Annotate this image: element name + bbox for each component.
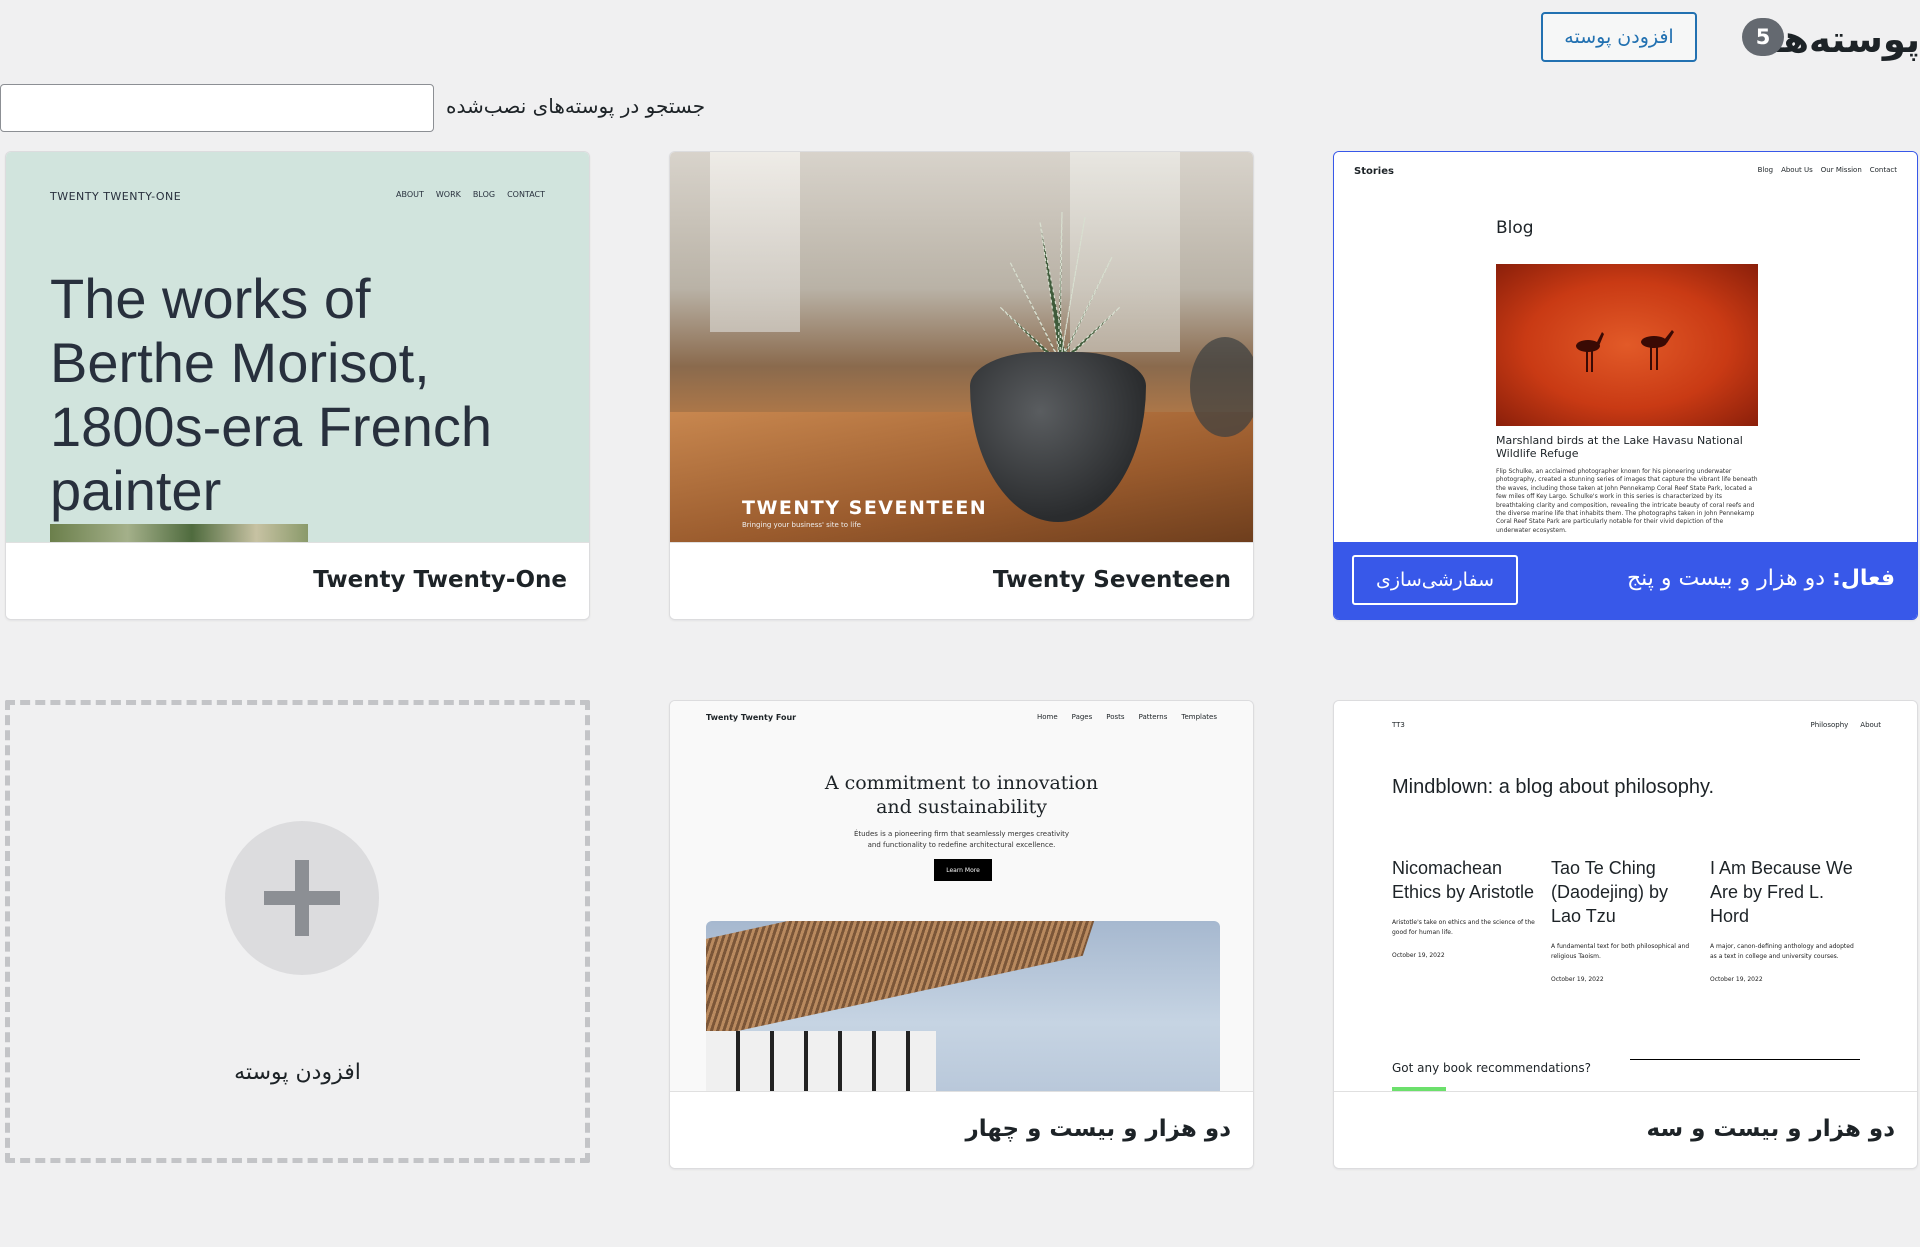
page-title: پوسته‌ها bbox=[1769, 18, 1920, 61]
theme-screenshot[interactable]: Twenty Twenty Four Home Pages Posts Patt… bbox=[670, 701, 1253, 1091]
preview-nav: ABOUT WORK BLOG CONTACT bbox=[396, 190, 545, 199]
post-date: October 19, 2022 bbox=[1392, 952, 1445, 959]
preview-heading: Blog bbox=[1496, 218, 1534, 238]
add-theme-button[interactable]: افزودن پوسته bbox=[1541, 12, 1697, 62]
search-label: جستجو در پوسته‌های نصب‌شده bbox=[446, 94, 706, 118]
birds-icon bbox=[1576, 330, 1674, 372]
add-new-theme-label: افزودن پوسته bbox=[234, 1060, 361, 1085]
preview-image bbox=[50, 524, 308, 542]
preview-nav-item: About bbox=[1860, 721, 1881, 729]
theme-screenshot[interactable]: Stories Blog About Us Our Mission Contac… bbox=[1334, 152, 1917, 542]
theme-card-twenty-twenty-one[interactable]: TWENTY TWENTY-ONE ABOUT WORK BLOG CONTAC… bbox=[5, 151, 590, 620]
preview-nav-item: Patterns bbox=[1138, 713, 1168, 721]
preview-divider bbox=[1630, 1059, 1860, 1060]
preview-nav-item: WORK bbox=[435, 190, 461, 199]
theme-card-twenty-seventeen[interactable]: TWENTY SEVENTEEN Bringing your business'… bbox=[669, 151, 1254, 620]
preview-nav-item: ABOUT bbox=[396, 190, 424, 199]
preview-brand: Stories bbox=[1354, 166, 1394, 177]
post-excerpt: Aristotle's take on ethics and the scien… bbox=[1392, 919, 1535, 936]
search-input[interactable] bbox=[0, 84, 434, 132]
preview-post: Nicomachean Ethics by Aristotle Aristotl… bbox=[1392, 856, 1542, 959]
preview-brand: Twenty Twenty Four bbox=[706, 713, 797, 722]
theme-card-footer: Twenty Seventeen bbox=[670, 542, 1253, 619]
post-title: Nicomachean Ethics by Aristotle bbox=[1392, 858, 1535, 902]
preview-post: Tao Te Ching (Daodejing) by Lao Tzu A fu… bbox=[1551, 856, 1701, 983]
preview-background bbox=[710, 152, 800, 332]
plant-image bbox=[1000, 212, 1120, 362]
theme-card-footer: دو هزار و بیست و چهار bbox=[670, 1091, 1253, 1168]
preview-heading: The works of Berthe Morisot, 1800s-era F… bbox=[50, 267, 493, 522]
preview-brand: TT3 bbox=[1392, 721, 1405, 729]
theme-card-footer: Twenty Twenty-One bbox=[6, 542, 589, 619]
post-date: October 19, 2022 bbox=[1710, 976, 1763, 983]
theme-screenshot[interactable]: TT3 Philosophy About Mindblown: a blog a… bbox=[1334, 701, 1917, 1091]
post-title: Tao Te Ching (Daodejing) by Lao Tzu bbox=[1551, 858, 1669, 926]
preview-nav: Home Pages Posts Patterns Templates bbox=[1037, 713, 1217, 721]
theme-name: Twenty Seventeen bbox=[992, 567, 1231, 593]
preview-body: Flip Schulke, an acclaimed photographer … bbox=[1496, 468, 1758, 534]
theme-screenshot[interactable]: TWENTY SEVENTEEN Bringing your business'… bbox=[670, 152, 1253, 542]
preview-heading: A commitment to innovation and sustainab… bbox=[670, 771, 1253, 819]
theme-card-twenty-twenty-four[interactable]: Twenty Twenty Four Home Pages Posts Patt… bbox=[669, 700, 1254, 1169]
preview-nav-item: Contact bbox=[1869, 166, 1897, 174]
preview-heading-line: A commitment to innovation bbox=[824, 772, 1099, 794]
preview-nav-item: Philosophy bbox=[1810, 721, 1849, 729]
preview-nav-item: Posts bbox=[1106, 713, 1125, 721]
theme-name: Twenty Twenty-One bbox=[313, 567, 567, 593]
preview-post: I Am Because We Are by Fred L. Hord A ma… bbox=[1710, 856, 1860, 983]
preview-caption: Marshland birds at the Lake Havasu Natio… bbox=[1496, 434, 1743, 460]
theme-card-twenty-twenty-three[interactable]: TT3 Philosophy About Mindblown: a blog a… bbox=[1333, 700, 1918, 1169]
preview-pot-blurred bbox=[1190, 337, 1253, 437]
post-date: October 19, 2022 bbox=[1551, 976, 1604, 983]
architecture-photo bbox=[706, 921, 1220, 1091]
preview-subtext-line: Études is a pioneering firm that seamles… bbox=[853, 830, 1070, 838]
preview-brand: TWENTY TWENTY-ONE bbox=[50, 190, 182, 203]
preview-building bbox=[706, 1031, 936, 1091]
theme-screenshot[interactable]: TWENTY TWENTY-ONE ABOUT WORK BLOG CONTAC… bbox=[6, 152, 589, 542]
preview-nav-item: BLOG bbox=[472, 190, 496, 199]
preview-nav: Philosophy About bbox=[1811, 721, 1882, 729]
preview-nav-item: Pages bbox=[1071, 713, 1093, 721]
preview-nav-item: Blog bbox=[1757, 166, 1774, 174]
post-excerpt: A fundamental text for both philosophica… bbox=[1551, 943, 1690, 960]
plus-icon[interactable] bbox=[225, 821, 379, 975]
theme-name: دو هزار و بیست و پنج bbox=[1626, 566, 1826, 591]
preview-nav-item: Templates bbox=[1181, 713, 1217, 721]
post-excerpt: A major, canon-defining anthology and ad… bbox=[1710, 943, 1854, 960]
theme-card-footer-active: فعال: دو هزار و بیست و پنج سفارشی‌سازی bbox=[1334, 542, 1917, 619]
theme-card-active[interactable]: Stories Blog About Us Our Mission Contac… bbox=[1333, 151, 1918, 620]
active-prefix: فعال: bbox=[1832, 566, 1895, 591]
preview-subtext: Études is a pioneering firm that seamles… bbox=[670, 829, 1253, 851]
preview-nav-item: About Us bbox=[1781, 166, 1813, 174]
preview-nav-item: Home bbox=[1037, 713, 1058, 721]
preview-question: Got any book recommendations? bbox=[1392, 1061, 1592, 1075]
preview-heading-line: and sustainability bbox=[876, 796, 1047, 818]
theme-name: دو هزار و بیست و چهار bbox=[965, 1116, 1231, 1142]
preview-subtext-line: and functionality to redefine architectu… bbox=[867, 841, 1056, 849]
theme-count-badge: 5 bbox=[1742, 18, 1784, 56]
customize-button[interactable]: سفارشی‌سازی bbox=[1352, 555, 1518, 605]
theme-name: دو هزار و بیست و سه bbox=[1646, 1116, 1895, 1142]
active-theme-label: فعال: دو هزار و بیست و پنج bbox=[1627, 566, 1895, 591]
preview-nav: Blog About Us Our Mission Contact bbox=[1758, 166, 1897, 174]
theme-card-footer: دو هزار و بیست و سه bbox=[1334, 1091, 1917, 1168]
preview-nav-item: CONTACT bbox=[507, 190, 545, 199]
preview-button: Learn More bbox=[934, 859, 992, 881]
post-title: I Am Because We Are by Fred L. Hord bbox=[1710, 858, 1853, 926]
preview-tagline: Bringing your business' site to life bbox=[742, 521, 861, 529]
add-new-theme-card[interactable]: افزودن پوسته bbox=[5, 700, 590, 1163]
preview-nav-item: Our Mission bbox=[1820, 166, 1862, 174]
preview-roof bbox=[706, 921, 1118, 1048]
preview-site-title: TWENTY SEVENTEEN bbox=[742, 497, 988, 519]
bird-photo bbox=[1496, 264, 1758, 426]
preview-heading: Mindblown: a blog about philosophy. bbox=[1392, 776, 1715, 798]
